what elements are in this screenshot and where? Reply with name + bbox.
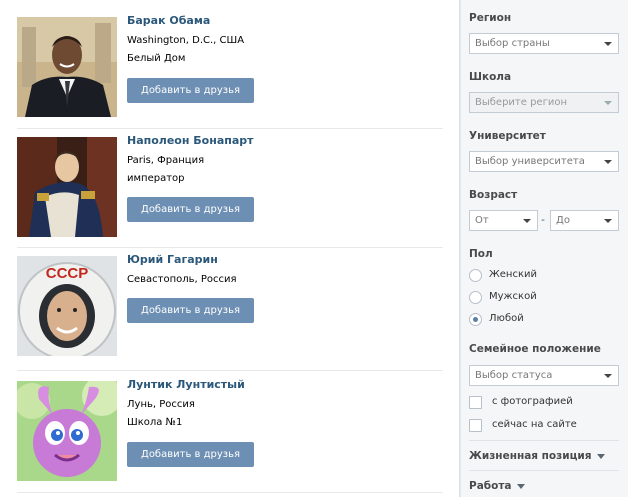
divider [17,370,443,371]
age-from-select[interactable]: От [469,210,538,231]
avatar-luntik[interactable] [17,381,117,481]
helmet-text: СССР [46,265,89,282]
filters-divider [469,470,619,471]
divider [17,247,443,248]
person-info: Лунтик Лунтистый Лунь, Россия Школа №1 [127,378,245,429]
person-card: Лунтик Лунтистый Лунь, Россия Школа №1 Д… [17,378,443,483]
sex-label: Пол [469,248,493,260]
person-name[interactable]: Лунтик Лунтистый [127,378,245,392]
with-photo-label: с фотографией [492,396,573,407]
radio-circle-selected [469,313,482,326]
radio-circle [469,269,482,282]
search-results: Барак Обама Washington, D.C., США Белый … [0,0,460,497]
add-friend-button[interactable]: Добавить в друзья [127,197,254,222]
add-friend-button[interactable]: Добавить в друзья [127,78,254,103]
sex-any-label: Любой [489,313,524,324]
age-to-value: До [556,215,570,226]
age-from-value: От [475,215,489,226]
avatar-gagarin[interactable]: СССР [17,256,117,356]
triangle-down-icon [516,483,525,489]
triangle-down-icon [596,453,605,459]
marital-status-select[interactable]: Выбор статуса [469,365,619,386]
work-label: Работа [469,480,512,492]
chevron-down-icon [604,101,612,105]
region-label: Регион [469,12,512,24]
chevron-down-icon [604,42,612,46]
person-name[interactable]: Юрий Гагарин [127,253,237,267]
person-info: Юрий Гагарин Севастополь, Россия [127,253,237,286]
school-region-select[interactable]: Выберите регион [469,92,619,113]
filters-divider [469,440,619,441]
marital-label: Семейное положение [469,343,601,355]
age-label: Возраст [469,189,518,201]
university-select[interactable]: Выбор университета [469,151,619,172]
checkbox-box [469,419,482,432]
checkbox-box [469,396,482,409]
person-location: Севастополь, Россия [127,274,237,285]
university-label: Университет [469,130,546,142]
chevron-down-icon [604,219,612,223]
person-info: Барак Обама Washington, D.C., США Белый … [127,14,245,65]
avatar-napoleon[interactable] [17,137,117,237]
chevron-down-icon [604,160,612,164]
person-card: Барак Обама Washington, D.C., США Белый … [17,14,443,119]
chevron-down-icon [523,219,531,223]
person-location: Paris, Франция [127,155,205,166]
school-region-select-value: Выберите регион [475,97,567,108]
marital-status-value: Выбор статуса [475,370,553,381]
divider [17,492,443,493]
online-now-label: сейчас на сайте [492,419,577,430]
person-school: Школа №1 [127,417,183,428]
radio-circle [469,291,482,304]
avatar-obama[interactable] [17,17,117,117]
add-friend-button[interactable]: Добавить в друзья [127,298,254,323]
country-select[interactable]: Выбор страны [469,33,619,54]
person-name[interactable]: Наполеон Бонапарт [127,134,254,148]
sex-female-label: Женский [489,269,537,280]
person-name[interactable]: Барак Обама [127,14,244,28]
chevron-down-icon [604,374,612,378]
sex-male-label: Мужской [489,291,537,302]
person-occupation: император [127,173,185,184]
add-friend-button[interactable]: Добавить в друзья [127,442,254,467]
university-select-value: Выбор университета [475,156,585,167]
life-position-toggle[interactable]: Жизненная позиция [469,450,605,462]
person-card: Наполеон Бонапарт Paris, Франция императ… [17,134,443,239]
age-to-select[interactable]: До [550,210,619,231]
school-label: Школа [469,71,512,83]
work-toggle[interactable]: Работа [469,480,525,492]
person-location: Лунь, Россия [127,399,195,410]
person-occupation: Белый Дом [127,53,186,64]
life-position-label: Жизненная позиция [469,450,592,462]
person-card: СССР Юрий Гагарин Севастополь, Россия До… [17,253,443,358]
search-filters: Регион Выбор страны Школа Выберите регио… [460,0,628,497]
country-select-value: Выбор страны [475,38,550,49]
age-range-dash: - [541,213,545,226]
person-location: Washington, D.C., США [127,35,245,46]
person-info: Наполеон Бонапарт Paris, Франция императ… [127,134,254,185]
divider [17,128,443,129]
